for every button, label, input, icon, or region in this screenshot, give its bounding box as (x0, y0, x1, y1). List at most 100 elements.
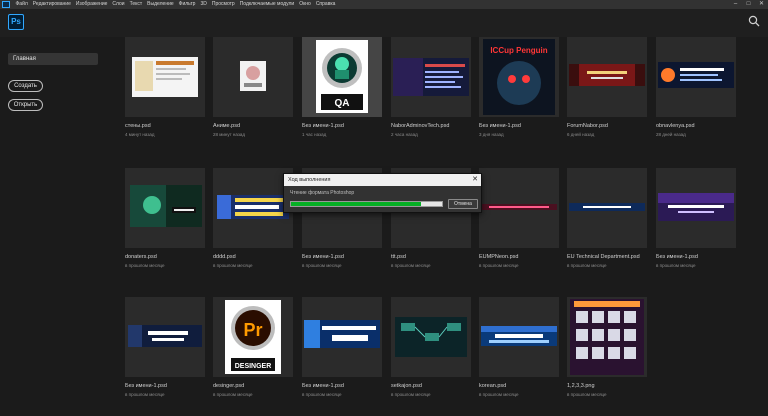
menu-type[interactable]: Текст (127, 0, 145, 9)
thumbnail-image (130, 185, 202, 227)
thumbnail-image (481, 326, 557, 346)
progress-message: Чтение формата Photoshop (290, 190, 355, 196)
svg-text:Pr: Pr (243, 320, 262, 340)
file-date: в прошлом месяце (213, 392, 253, 397)
maximize-icon[interactable]: □ (742, 0, 755, 9)
file-name: korean.psd (479, 383, 507, 389)
open-button[interactable]: Открыть (8, 99, 43, 111)
menu-select[interactable]: Выделение (145, 0, 177, 9)
thumbnail-image (481, 204, 557, 210)
thumbnail-image: QA (316, 40, 368, 113)
menu-help[interactable]: Справка (313, 0, 338, 9)
minimize-icon[interactable]: – (729, 0, 742, 9)
file-name: NaborAdminovTech.psd (391, 123, 450, 129)
thumbnail-image: ICCup Penguin (483, 39, 555, 115)
create-button[interactable]: Создать (8, 80, 43, 92)
file-date: в прошлом месяце (567, 392, 607, 397)
file-thumbnail[interactable] (125, 168, 205, 248)
progress-bar (290, 201, 443, 207)
file-date: в прошлом месяце (302, 263, 342, 268)
file-thumbnail[interactable] (567, 37, 647, 117)
dialog-titlebar[interactable]: Ход выполнения ✕ (284, 174, 481, 186)
menu-edit[interactable]: Редактирование (30, 0, 73, 9)
file-date: 4 минут назад (125, 132, 155, 137)
file-thumbnail[interactable] (213, 168, 293, 248)
file-name: Аниме.psd (213, 123, 241, 129)
file-thumbnail[interactable] (391, 297, 471, 377)
recent-files-grid: стены.psd 4 минут назад Аниме.psd 28 мин… (125, 37, 768, 416)
file-date: в прошлом месяце (125, 263, 165, 268)
file-date: в прошлом месяце (302, 392, 342, 397)
menu-bar: Файл Редактирование Изображение Слои Тек… (0, 0, 768, 9)
file-date: 6 дней назад (567, 132, 595, 137)
thumbnail-text: ICCup Penguin (490, 46, 547, 55)
menu-image[interactable]: Изображение (73, 0, 110, 9)
file-name: Без имени-1.psd (656, 254, 698, 260)
menu-3d[interactable]: 3D (198, 0, 209, 9)
file-name: ttt.psd (391, 254, 406, 260)
file-date: 1 час назад (302, 132, 327, 137)
menu-file[interactable]: Файл (13, 0, 30, 9)
file-name: EUMPNeon.psd (479, 254, 519, 260)
thumbnail-image (658, 62, 734, 88)
file-date: в прошлом месяце (125, 392, 165, 397)
file-name: Без имени-1.psd (479, 123, 521, 129)
menu-plugins[interactable]: Подключаемые модули (237, 0, 296, 9)
thumbnail-text: DESINGER (235, 363, 272, 370)
file-name: donaters.psd (125, 254, 157, 260)
file-name: ForumNabor.psd (567, 123, 608, 129)
file-thumbnail[interactable] (302, 297, 382, 377)
home-header: Ps (0, 9, 768, 37)
file-thumbnail[interactable] (125, 37, 205, 117)
file-name: setkajon.psd (391, 383, 422, 389)
file-date: в прошлом месяце (479, 263, 519, 268)
search-icon[interactable] (748, 15, 760, 27)
file-thumbnail[interactable] (479, 297, 559, 377)
file-name: Без имени-1.psd (302, 254, 344, 260)
thumbnail-image (128, 325, 202, 347)
thumbnail-image (132, 57, 198, 97)
file-thumbnail[interactable] (567, 297, 647, 377)
file-date: в прошлом месяце (391, 392, 431, 397)
menu-filter[interactable]: Фильтр (176, 0, 198, 9)
file-name: Без имени-1.psd (125, 383, 167, 389)
file-thumbnail[interactable]: Pr DESINGER (213, 297, 293, 377)
close-icon[interactable]: ✕ (472, 174, 478, 186)
app-menu-icon[interactable] (2, 1, 10, 8)
thumbnail-image (240, 61, 266, 91)
thumbnail-image (393, 58, 469, 96)
menu-layers[interactable]: Слои (110, 0, 127, 9)
menu-view[interactable]: Просмотр (209, 0, 237, 9)
file-thumbnail[interactable] (213, 37, 293, 117)
file-thumbnail[interactable] (567, 168, 647, 248)
thumbnail-image (304, 320, 380, 348)
menu-window[interactable]: Окно (297, 0, 314, 9)
thumbnail-image (570, 299, 644, 375)
window-controls: – □ ✕ (729, 0, 768, 9)
file-thumbnail[interactable] (125, 297, 205, 377)
photoshop-logo-icon[interactable]: Ps (8, 14, 24, 30)
sidebar-item-home[interactable]: Главная (8, 53, 98, 65)
file-date: в прошлом месяце (391, 263, 431, 268)
file-date: 2 часа назад (391, 132, 418, 137)
file-date: 28 минут назад (213, 132, 246, 137)
close-window-icon[interactable]: ✕ (755, 0, 768, 9)
file-thumbnail[interactable] (391, 37, 471, 117)
file-date: 28 дней назад (656, 132, 686, 137)
thumbnail-image (569, 64, 645, 86)
file-thumbnail[interactable] (656, 168, 736, 248)
progress-bar-fill (291, 202, 421, 206)
file-thumbnail[interactable]: ICCup Penguin (479, 37, 559, 117)
file-name: Без имени-1.psd (302, 383, 344, 389)
file-date: в прошлом месяце (213, 263, 253, 268)
progress-dialog: Ход выполнения ✕ Чтение формата Photosho… (283, 173, 482, 213)
file-thumbnail[interactable] (479, 168, 559, 248)
file-date: 3 дня назад (479, 132, 504, 137)
file-date: в прошлом месяце (656, 263, 696, 268)
cancel-button[interactable]: Отмена (448, 199, 478, 209)
file-thumbnail[interactable] (656, 37, 736, 117)
thumbnail-image (395, 317, 467, 357)
file-name: desinger.psd (213, 383, 245, 389)
file-thumbnail[interactable]: QA (302, 37, 382, 117)
dialog-title: Ход выполнения (288, 177, 331, 183)
